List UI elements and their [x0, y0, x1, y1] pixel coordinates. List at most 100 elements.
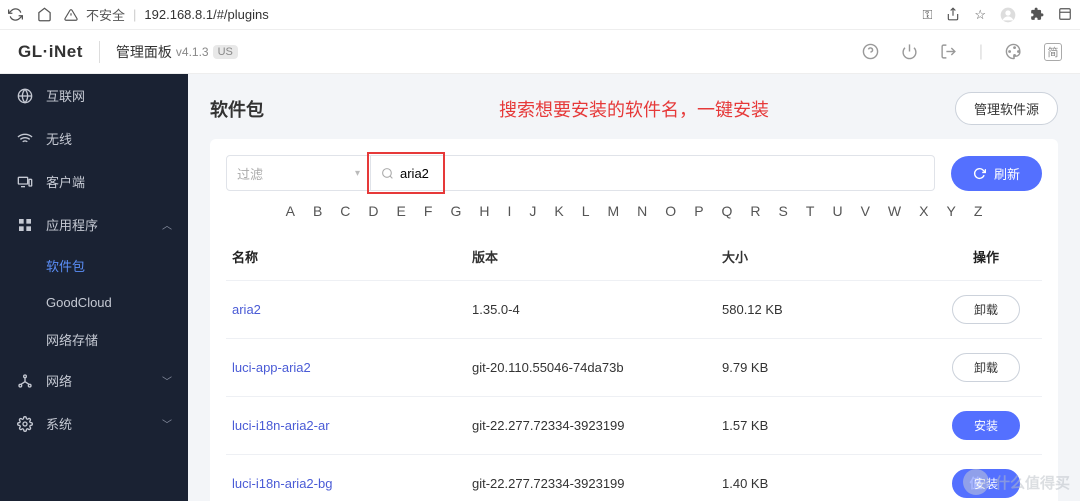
insecure-label[interactable]: 不安全 — [86, 5, 125, 24]
package-link[interactable]: luci-app-aria2 — [232, 360, 311, 375]
col-size: 大小 — [722, 247, 922, 266]
alpha-letter[interactable]: F — [424, 203, 433, 219]
alpha-letter[interactable]: J — [529, 203, 536, 219]
package-link[interactable]: luci-i18n-aria2-ar — [232, 418, 330, 433]
sidebar-item-label: 客户端 — [46, 172, 172, 191]
package-version: git-22.277.72334-3923199 — [472, 418, 722, 433]
star-icon[interactable]: ☆ — [974, 7, 986, 23]
sidebar-item-label: 网络 — [46, 371, 162, 390]
extensions-icon[interactable] — [1030, 7, 1044, 23]
alpha-letter[interactable]: Q — [722, 203, 733, 219]
alpha-letter[interactable]: K — [554, 203, 563, 219]
bookmarks-bar-icon[interactable] — [1058, 7, 1072, 23]
alpha-letter[interactable]: M — [608, 203, 620, 219]
table-header: 名称 版本 大小 操作 — [226, 233, 1042, 281]
alpha-letter[interactable]: R — [750, 203, 760, 219]
watermark: 值 什么值得买 — [963, 469, 1070, 495]
alpha-letter[interactable]: O — [665, 203, 676, 219]
alpha-letter[interactable]: G — [450, 203, 461, 219]
package-size: 9.79 KB — [722, 360, 922, 375]
alpha-letter[interactable]: N — [637, 203, 647, 219]
chevron-down-icon: ﹀ — [162, 416, 172, 431]
sidebar-item-label: 互联网 — [46, 86, 172, 105]
logo[interactable]: GL·iNet — [18, 42, 83, 62]
globe-icon — [16, 88, 34, 104]
content-header: 软件包 搜索想要安装的软件名，一键安装 管理软件源 — [210, 92, 1058, 125]
alpha-letter[interactable]: W — [888, 203, 901, 219]
search-input[interactable] — [400, 166, 924, 181]
profile-icon[interactable] — [1000, 7, 1016, 23]
uninstall-button[interactable]: 卸载 — [952, 295, 1020, 324]
uninstall-button[interactable]: 卸载 — [952, 353, 1020, 382]
browser-toolbar: 不安全 | 192.168.8.1/#/plugins ⚿ ☆ — [0, 0, 1080, 30]
key-icon[interactable]: ⚿ — [922, 7, 932, 23]
package-size: 580.12 KB — [722, 302, 922, 317]
sidebar-item-devices[interactable]: 客户端 — [0, 160, 188, 203]
sidebar-item-apps[interactable]: 应用程序︿ — [0, 203, 188, 246]
sidebar-item-network[interactable]: 网络﹀ — [0, 359, 188, 402]
alpha-letter[interactable]: V — [861, 203, 870, 219]
alpha-letter[interactable]: A — [286, 203, 295, 219]
content-area: 软件包 搜索想要安装的软件名，一键安装 管理软件源 过滤 ▾ — [188, 74, 1080, 501]
refresh-button[interactable]: 刷新 — [951, 156, 1042, 191]
filter-dropdown[interactable]: 过滤 ▾ — [226, 155, 371, 191]
search-icon — [381, 167, 394, 180]
reload-icon[interactable] — [8, 7, 23, 22]
alpha-letter[interactable]: T — [806, 203, 815, 219]
panel-title: 管理面板 — [116, 42, 172, 62]
chevron-down-icon: ▾ — [355, 168, 360, 179]
alpha-letter[interactable]: L — [582, 203, 590, 219]
sidebar-item-label: 系统 — [46, 414, 162, 433]
alpha-letter[interactable]: Y — [946, 203, 955, 219]
url-text[interactable]: 192.168.8.1/#/plugins — [144, 7, 268, 22]
package-link[interactable]: luci-i18n-aria2-bg — [232, 476, 332, 491]
apps-icon — [16, 217, 34, 233]
alpha-letter[interactable]: X — [919, 203, 928, 219]
alpha-letter[interactable]: Z — [974, 203, 983, 219]
alpha-letter[interactable]: B — [313, 203, 322, 219]
region-badge: US — [213, 45, 238, 59]
chevron-down-icon: ﹀ — [162, 373, 172, 388]
separator — [99, 41, 100, 63]
refresh-label: 刷新 — [994, 164, 1020, 183]
manage-sources-button[interactable]: 管理软件源 — [955, 92, 1058, 125]
package-table: 名称 版本 大小 操作 aria2 1.35.0-4 580.12 KB 卸载 … — [226, 233, 1042, 501]
power-icon[interactable] — [901, 43, 918, 60]
sidebar-subitem[interactable]: 软件包 — [0, 246, 188, 285]
install-button[interactable]: 安装 — [952, 411, 1020, 440]
sidebar-subitem[interactable]: 网络存储 — [0, 320, 188, 359]
package-link[interactable]: aria2 — [232, 302, 261, 317]
alpha-letter[interactable]: H — [479, 203, 489, 219]
home-icon[interactable] — [37, 7, 52, 22]
sidebar-item-wifi[interactable]: 无线 — [0, 117, 188, 160]
gear-icon — [16, 416, 34, 432]
devices-icon — [16, 174, 34, 190]
alpha-letter[interactable]: I — [507, 203, 511, 219]
sidebar-item-globe[interactable]: 互联网 — [0, 74, 188, 117]
page-title: 软件包 — [210, 96, 264, 122]
alpha-letter[interactable]: C — [340, 203, 350, 219]
col-action: 操作 — [936, 247, 1036, 266]
share-icon[interactable] — [946, 7, 960, 23]
table-row: luci-i18n-aria2-ar git-22.277.72334-3923… — [226, 397, 1042, 455]
help-icon[interactable] — [862, 43, 879, 60]
lang-icon[interactable]: 简 — [1044, 43, 1062, 61]
alpha-letter[interactable]: E — [397, 203, 406, 219]
package-size: 1.57 KB — [722, 418, 922, 433]
insecure-icon[interactable] — [64, 8, 78, 22]
theme-icon[interactable] — [1005, 43, 1022, 60]
sidebar-subitem[interactable]: GoodCloud — [0, 285, 188, 320]
wifi-icon — [16, 131, 34, 147]
alpha-letter[interactable]: S — [779, 203, 788, 219]
app-header: GL·iNet 管理面板 v4.1.3 US | 简 — [0, 30, 1080, 74]
logout-icon[interactable] — [940, 43, 957, 60]
network-icon — [16, 373, 34, 389]
alpha-letter[interactable]: D — [368, 203, 378, 219]
chevron-up-icon: ︿ — [162, 217, 172, 232]
col-name: 名称 — [232, 247, 472, 266]
alpha-letter[interactable]: P — [694, 203, 703, 219]
sidebar-item-gear[interactable]: 系统﹀ — [0, 402, 188, 445]
watermark-text: 什么值得买 — [995, 472, 1070, 493]
alpha-letter[interactable]: U — [832, 203, 842, 219]
panel-version: v4.1.3 — [176, 45, 209, 59]
